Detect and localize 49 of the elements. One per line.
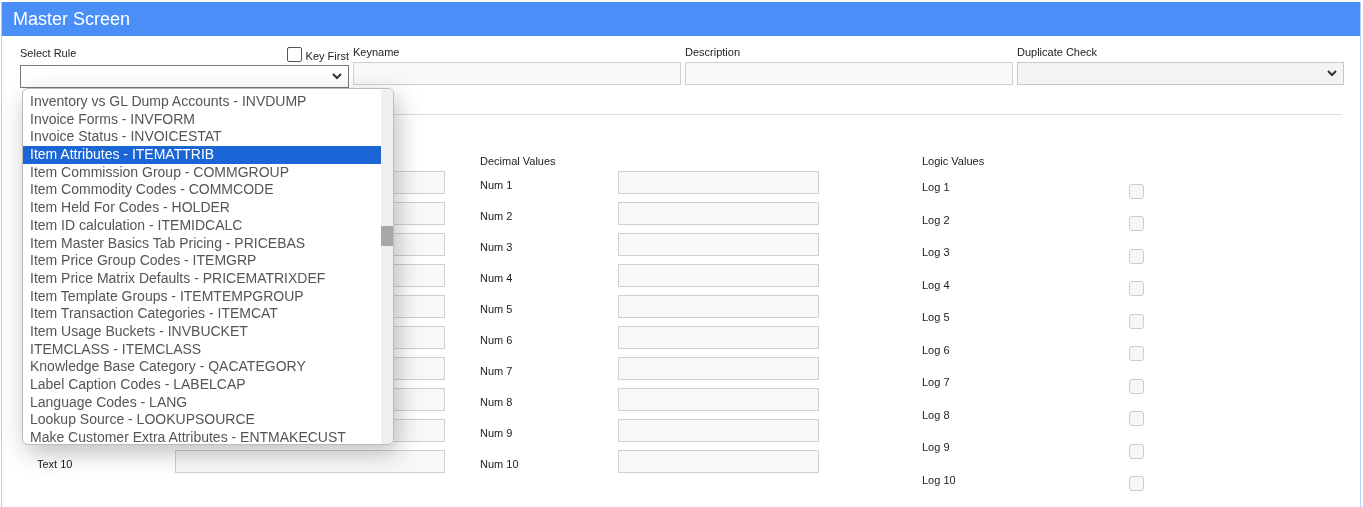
dropdown-option[interactable]: Item Template Groups - ITEMTEMPGROUP xyxy=(23,287,381,306)
dropdown-option[interactable]: Item Usage Buckets - INVBUCKET xyxy=(23,322,381,341)
dropdown-option[interactable]: Label Caption Codes - LABELCAP xyxy=(23,376,381,394)
field-label: Log 3 xyxy=(922,246,950,259)
field-label: Num 4 xyxy=(480,271,514,286)
field-label: Num 10 xyxy=(480,457,520,472)
field-label: Keyname xyxy=(353,45,401,60)
dropdown-option[interactable]: ITEMCLASS - ITEMCLASS xyxy=(23,340,381,359)
field-label: Num 1 xyxy=(480,178,514,193)
dropdown-option[interactable]: Item Commodity Codes - COMMCODE xyxy=(23,181,381,200)
window-title: Master Screen xyxy=(13,8,131,30)
dropdown-option[interactable]: Knowledge Base Category - QACATEGORY xyxy=(23,358,381,376)
field-label: Log 10 xyxy=(922,473,956,486)
section-heading: Decimal Values xyxy=(480,155,556,167)
dropdown-option[interactable]: Invoice Status - INVOICESTAT xyxy=(23,128,381,147)
dropdown-option[interactable]: Invoice Forms - INVFORM xyxy=(23,110,381,129)
field-label: Description xyxy=(685,45,742,60)
dropdown-option[interactable]: Make Customer Extra Attributes - ENTMAKECUST xyxy=(23,429,381,444)
field-label: Text 10 xyxy=(37,457,74,472)
field-label: Num 7 xyxy=(480,364,514,379)
field-label: Num 2 xyxy=(480,209,514,224)
field-label: Num 6 xyxy=(480,333,514,348)
dropdown-option[interactable]: Item Transaction Categories - ITEMCAT xyxy=(23,305,381,323)
field-label: Num 3 xyxy=(480,240,514,255)
field-label: Log 8 xyxy=(922,408,950,421)
dropdown-option[interactable]: Item Price Group Codes - ITEMGRP xyxy=(23,252,381,270)
field-label: Select Rule xyxy=(20,46,77,61)
dropdown-option[interactable]: Inventory vs GL Dump Accounts - INVDUMP xyxy=(23,93,381,111)
dropdown-option[interactable]: Lookup Source - LOOKUPSOURCE xyxy=(23,411,381,430)
checkbox-label: Key First xyxy=(305,50,349,62)
dropdown-option[interactable]: Item Attributes - ITEMATTRIB xyxy=(23,146,381,164)
dropdown-option[interactable]: Item Commission Group - COMMGROUP xyxy=(23,163,381,182)
field-label: Num 5 xyxy=(480,302,514,317)
field-label: Num 8 xyxy=(480,395,514,410)
field-label: Log 1 xyxy=(922,181,950,194)
section-heading: Logic Values xyxy=(922,155,985,167)
field-label: Log 4 xyxy=(922,278,950,291)
dropdown-option[interactable]: Item Master Basics Tab Pricing - PRICEBAS xyxy=(23,234,381,253)
dropdown-option[interactable]: Item ID calculation - ITEMIDCALC xyxy=(23,216,381,235)
field-label: Log 2 xyxy=(922,213,950,226)
dropdown-option[interactable]: Item Held For Codes - HOLDER xyxy=(23,199,381,217)
field-label: Log 9 xyxy=(922,441,950,454)
field-label: Duplicate Check xyxy=(1017,45,1099,60)
field-label: Num 9 xyxy=(480,426,514,441)
field-label: Log 7 xyxy=(922,376,950,389)
dropdown-option[interactable]: Item Price Matrix Defaults - PRICEMATRIXDEF xyxy=(23,269,381,288)
field-label: Log 6 xyxy=(922,343,950,356)
dropdown-option[interactable]: Language Codes - LANG xyxy=(23,393,381,412)
field-label: Log 5 xyxy=(922,311,950,324)
